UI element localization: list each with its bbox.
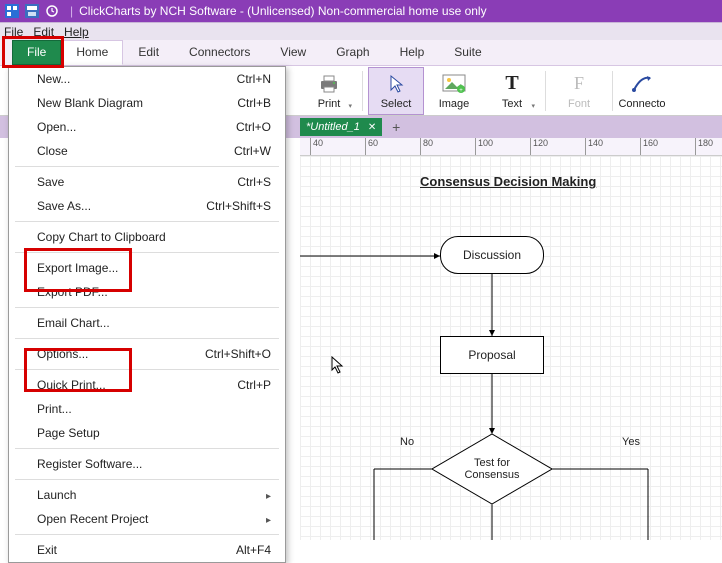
font-icon: F: [567, 72, 591, 96]
ribbon-select[interactable]: Select: [368, 67, 424, 115]
menu-item-new-blank[interactable]: New Blank DiagramCtrl+B: [9, 91, 285, 115]
node-test-consensus[interactable]: Test for Consensus: [432, 434, 552, 504]
tab-file[interactable]: File: [12, 40, 61, 65]
menu-item-copy-clipboard[interactable]: Copy Chart to Clipboard: [9, 225, 285, 249]
canvas[interactable]: Consensus Decision Making Discussion Pro…: [300, 156, 722, 540]
ribbon-print[interactable]: Print ▾: [301, 67, 357, 115]
menu-item-save-as[interactable]: Save As...Ctrl+Shift+S: [9, 194, 285, 218]
chevron-down-icon: ▾: [531, 102, 535, 110]
doc-tab-untitled[interactable]: *Untitled_1 ✕: [300, 118, 382, 136]
ribbon-text[interactable]: T Text ▾: [484, 67, 540, 115]
node-label: Test for Consensus: [432, 434, 552, 504]
ruler-tick: 60: [365, 138, 378, 156]
ruler-tick: 180: [695, 138, 713, 156]
ruler-tick: 40: [310, 138, 323, 156]
ribbon-image[interactable]: + Image: [426, 67, 482, 115]
menu-item-new[interactable]: New...Ctrl+N: [9, 67, 285, 91]
menu-item-exit[interactable]: ExitAlt+F4: [9, 538, 285, 562]
cursor-icon: [384, 72, 408, 96]
ribbon-print-label: Print: [318, 98, 341, 110]
menu-item-page-setup[interactable]: Page Setup: [9, 421, 285, 445]
menu-item-email-chart[interactable]: Email Chart...: [9, 311, 285, 335]
ruler-tick: 160: [640, 138, 658, 156]
menu-item-close[interactable]: CloseCtrl+W: [9, 139, 285, 163]
tab-connectors[interactable]: Connectors: [174, 40, 265, 65]
ruler: 40 60 80 100 120 140 160 180: [300, 138, 722, 156]
tab-help[interactable]: Help: [385, 40, 440, 65]
ribbon-select-label: Select: [381, 98, 412, 110]
node-proposal[interactable]: Proposal: [440, 336, 544, 374]
ruler-tick: 120: [530, 138, 548, 156]
tab-home[interactable]: Home: [61, 40, 123, 65]
node-label: Proposal: [468, 348, 515, 362]
connector-icon: [630, 72, 654, 96]
ruler-tick: 140: [585, 138, 603, 156]
menu-item-export-pdf[interactable]: Export PDF...: [9, 280, 285, 304]
ribbon-font-label: Font: [568, 98, 590, 110]
tab-edit[interactable]: Edit: [123, 40, 174, 65]
menu-item-register[interactable]: Register Software...: [9, 452, 285, 476]
ribbon-text-label: Text: [502, 98, 522, 110]
menu-item-launch[interactable]: Launch: [9, 483, 285, 507]
text-icon: T: [500, 72, 524, 96]
ribbon-image-label: Image: [439, 98, 470, 110]
chevron-down-icon: ▾: [348, 102, 352, 110]
ribbon-connector[interactable]: Connecto: [618, 67, 666, 115]
menu-item-options[interactable]: Options...Ctrl+Shift+O: [9, 342, 285, 366]
tab-suite[interactable]: Suite: [439, 40, 496, 65]
ribbon-connector-label: Connecto: [618, 98, 665, 110]
file-menu-dropdown: New...Ctrl+N New Blank DiagramCtrl+B Ope…: [8, 66, 286, 563]
doc-tab-label: *Untitled_1: [306, 121, 360, 133]
menu-item-open-recent[interactable]: Open Recent Project: [9, 507, 285, 531]
tab-view[interactable]: View: [265, 40, 321, 65]
chart-title: Consensus Decision Making: [420, 174, 596, 189]
close-icon[interactable]: ✕: [368, 122, 376, 133]
print-icon: [317, 72, 341, 96]
menu-file[interactable]: File: [4, 25, 23, 39]
tabstrip: File Home Edit Connectors View Graph Hel…: [0, 40, 722, 66]
save-icon[interactable]: [24, 3, 40, 19]
menu-item-export-image[interactable]: Export Image...: [9, 256, 285, 280]
tab-graph[interactable]: Graph: [321, 40, 384, 65]
menu-help[interactable]: Help: [64, 25, 89, 39]
menu-item-quick-print[interactable]: Quick Print...Ctrl+P: [9, 373, 285, 397]
titlebar-separator: |: [70, 4, 73, 18]
menu-item-print[interactable]: Print...: [9, 397, 285, 421]
node-discussion[interactable]: Discussion: [440, 236, 544, 274]
ribbon-separator: [362, 71, 363, 111]
menu-edit[interactable]: Edit: [33, 25, 54, 39]
ruler-tick: 80: [420, 138, 433, 156]
app-icon-1[interactable]: [4, 3, 20, 19]
history-icon[interactable]: [44, 3, 60, 19]
menubar: File Edit Help: [0, 22, 722, 40]
svg-text:+: +: [459, 88, 463, 94]
add-tab-button[interactable]: +: [386, 117, 406, 137]
image-icon: +: [442, 72, 466, 96]
mouse-cursor-icon: [330, 356, 344, 377]
app-title: ClickCharts by NCH Software - (Unlicense…: [79, 4, 486, 18]
ribbon-separator: [612, 71, 613, 111]
menu-item-save[interactable]: SaveCtrl+S: [9, 170, 285, 194]
menu-item-open[interactable]: Open...Ctrl+O: [9, 115, 285, 139]
edge-label-no: No: [400, 436, 414, 448]
ruler-tick: 100: [475, 138, 493, 156]
ribbon-font: F Font: [551, 67, 607, 115]
ribbon-separator: [545, 71, 546, 111]
edge-label-yes: Yes: [622, 436, 640, 448]
titlebar: | ClickCharts by NCH Software - (Unlicen…: [0, 0, 722, 22]
node-label: Discussion: [463, 248, 521, 262]
